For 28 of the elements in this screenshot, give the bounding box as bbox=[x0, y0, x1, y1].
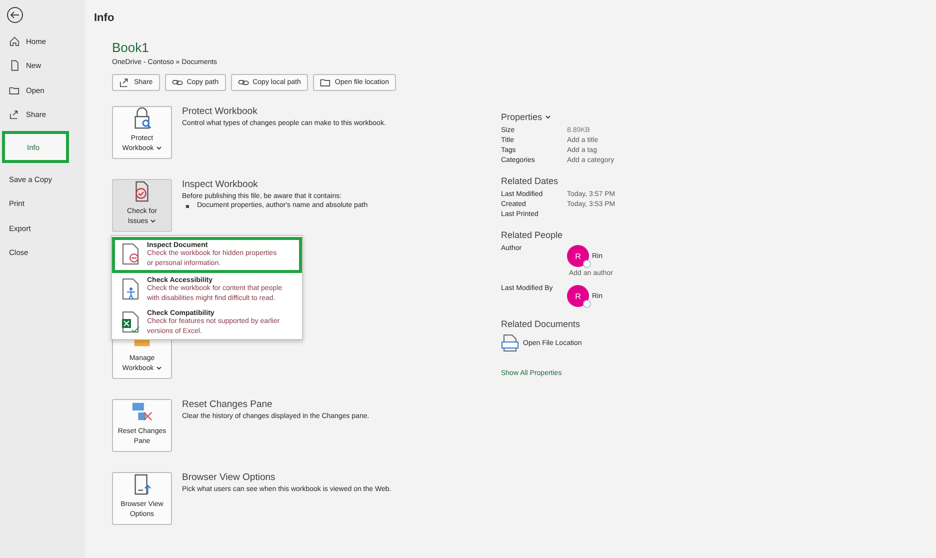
document-inspect-icon bbox=[121, 242, 141, 266]
section-title: Reset Changes Pane bbox=[182, 399, 274, 410]
section-title: Browser View Options bbox=[182, 472, 276, 483]
share-icon bbox=[119, 77, 130, 88]
avatar: R bbox=[567, 285, 589, 307]
section-heading: Related People bbox=[501, 230, 563, 240]
caret-icon bbox=[545, 115, 552, 119]
section-title: Protect Workbook bbox=[182, 106, 258, 117]
folder-icon bbox=[9, 84, 20, 96]
document-accessibility-icon bbox=[121, 277, 141, 301]
html-file-icon bbox=[501, 334, 519, 352]
section-heading: Related Dates bbox=[501, 176, 558, 186]
back-button[interactable] bbox=[6, 6, 24, 24]
page-title: Info bbox=[94, 12, 116, 24]
avatar: R bbox=[567, 245, 589, 267]
document-icon bbox=[9, 60, 20, 72]
bullet-icon bbox=[186, 205, 189, 208]
excel-document-icon bbox=[121, 310, 141, 334]
link-icon bbox=[172, 77, 183, 88]
folder-icon bbox=[320, 77, 331, 88]
properties-heading[interactable]: Properties bbox=[501, 112, 542, 122]
section-heading: Related Documents bbox=[501, 319, 580, 329]
link-icon bbox=[238, 77, 249, 88]
share-icon bbox=[9, 109, 20, 120]
reset-pane-icon bbox=[130, 400, 154, 423]
section-title: Inspect Workbook bbox=[182, 179, 259, 190]
file-name: Book1 bbox=[112, 40, 150, 55]
home-icon bbox=[9, 36, 20, 47]
